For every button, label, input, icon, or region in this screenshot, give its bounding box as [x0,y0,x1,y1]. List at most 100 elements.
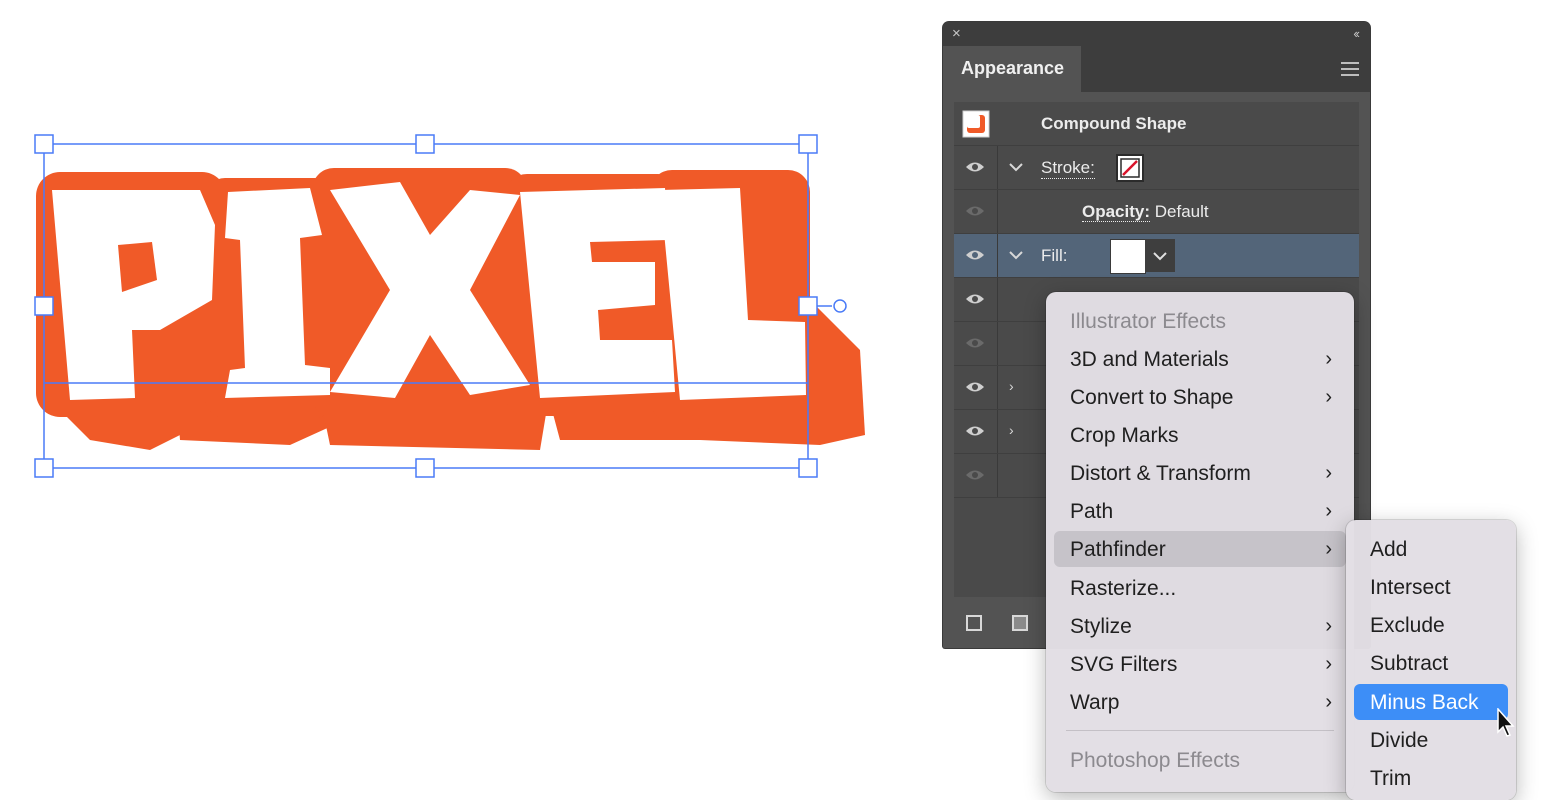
submenu-item-label: Intersect [1370,576,1451,599]
menu-item-label: Distort & Transform [1070,462,1251,485]
submenu-item-exclude[interactable]: Exclude [1354,607,1508,643]
eye-icon [966,338,984,348]
tab-appearance[interactable]: Appearance [943,46,1081,92]
chevron-right-icon: › [1325,386,1332,408]
menu-item-distort-and-transform[interactable]: Distort & Transform › [1054,455,1346,491]
pixel-text-artwork[interactable] [36,168,865,450]
handle-bottom-center[interactable] [415,458,435,478]
eye-icon [966,250,984,260]
menu-item-pathfinder[interactable]: Pathfinder › [1054,531,1346,567]
menu-item-path[interactable]: Path › [1054,493,1346,529]
eye-icon [966,206,984,216]
panel-tab-bar: Appearance [943,46,1370,92]
menu-item-label: Rasterize... [1070,577,1177,600]
menu-item-convert-to-shape[interactable]: Convert to Shape › [1054,379,1346,415]
compound-shape-thumbnail-icon [962,110,990,138]
handle-bottom-right[interactable] [798,458,818,478]
eye-icon [966,382,984,392]
visibility-toggle[interactable] [954,366,998,409]
chevron-right-icon[interactable]: › [1009,422,1014,438]
menu-item-label: Pathfinder [1070,538,1166,561]
eye-icon [966,426,984,436]
stroke-visibility-toggle[interactable] [954,146,998,189]
fill-visibility-toggle[interactable] [954,234,998,277]
handle-middle-left[interactable] [34,296,54,316]
menu-item-3d-and-materials[interactable]: 3D and Materials › [1054,341,1346,377]
add-new-fill-button[interactable] [1012,615,1028,631]
menu-item-label: Convert to Shape [1070,386,1234,409]
add-new-stroke-button[interactable] [966,615,982,631]
tab-appearance-label: Appearance [961,58,1065,78]
stroke-label[interactable]: Stroke: [1041,158,1095,179]
chevron-down-icon [1153,252,1167,261]
handle-top-left[interactable] [34,134,54,154]
menu-separator [1066,730,1334,731]
chevron-right-icon: › [1325,462,1332,484]
eye-icon [966,162,984,172]
fill-color-swatch[interactable] [1110,239,1146,274]
submenu-item-trim[interactable]: Trim [1354,760,1508,796]
menu-item-svg-filters[interactable]: SVG Filters › [1054,646,1346,682]
chevron-down-icon[interactable] [1009,250,1023,260]
visibility-toggle[interactable] [954,410,998,453]
submenu-item-label: Add [1370,538,1408,561]
opacity-text: Opacity: Default [1082,202,1209,222]
menu-item-rasterize[interactable]: Rasterize... [1054,570,1346,606]
fill-row[interactable]: Fill: [954,234,1359,278]
object-type-label: Compound Shape [1041,114,1187,133]
opacity-key[interactable]: Opacity: [1082,202,1151,222]
menu-section-header-label: Photoshop Effects [1070,749,1241,772]
submenu-item-subtract[interactable]: Subtract [1354,645,1508,681]
collapse-panel-icon[interactable]: ‹‹ [1353,25,1360,43]
submenu-item-label: Exclude [1370,614,1445,637]
stroke-row[interactable]: Stroke: [954,146,1359,190]
rotate-handle[interactable] [833,299,847,313]
handle-bottom-left[interactable] [34,458,54,478]
chevron-right-icon: › [1325,348,1332,370]
submenu-item-label: Divide [1370,729,1429,752]
chevron-right-icon[interactable]: › [1009,378,1014,394]
menu-section-header: Photoshop Effects [1054,742,1346,778]
eye-icon [966,470,984,480]
submenu-item-intersect[interactable]: Intersect [1354,569,1508,605]
panel-menu-icon[interactable] [1341,62,1359,80]
mouse-pointer-icon [1497,708,1515,737]
menu-item-label: 3D and Materials [1070,348,1229,371]
menu-item-stylize[interactable]: Stylize › [1054,608,1346,644]
close-icon[interactable]: × [952,25,961,43]
submenu-item-add[interactable]: Add [1354,531,1508,567]
submenu-item-minus-back[interactable]: Minus Back [1354,684,1508,720]
visibility-toggle[interactable] [954,454,998,497]
fill-label: Fill: [1041,246,1068,265]
artboard-canvas[interactable] [0,0,900,775]
eye-icon [966,294,984,304]
menu-item-label: SVG Filters [1070,653,1178,676]
stroke-opacity-row[interactable]: Opacity: Default [954,190,1359,234]
submenu-item-divide[interactable]: Divide [1354,722,1508,758]
handle-top-right[interactable] [798,134,818,154]
visibility-toggle[interactable] [954,278,998,321]
handle-top-center[interactable] [415,134,435,154]
object-row[interactable]: Compound Shape [954,102,1359,146]
menu-section-header-label: Illustrator Effects [1070,310,1227,333]
handle-middle-right[interactable] [798,296,818,316]
panel-title-bar: × ‹‹ [943,22,1370,46]
pathfinder-submenu: Add Intersect Exclude Subtract Minus Bac… [1346,520,1516,800]
chevron-right-icon: › [1325,691,1332,713]
chevron-down-icon[interactable] [1009,162,1023,172]
menu-item-label: Crop Marks [1070,424,1179,447]
fill-swatch-dropdown[interactable] [1145,239,1175,272]
visibility-toggle[interactable] [954,322,998,365]
menu-item-crop-marks[interactable]: Crop Marks [1054,417,1346,453]
submenu-item-label: Trim [1370,767,1412,790]
menu-section-header: Illustrator Effects [1054,303,1346,339]
opacity-visibility-toggle[interactable] [954,190,998,233]
menu-item-warp[interactable]: Warp › [1054,684,1346,720]
chevron-right-icon: › [1325,500,1332,522]
menu-item-label: Stylize [1070,615,1132,638]
stroke-none-swatch[interactable] [1116,154,1144,182]
menu-item-label: Warp [1070,691,1120,714]
chevron-right-icon: › [1325,653,1332,675]
submenu-item-label: Subtract [1370,652,1449,675]
submenu-item-label: Minus Back [1370,691,1479,714]
